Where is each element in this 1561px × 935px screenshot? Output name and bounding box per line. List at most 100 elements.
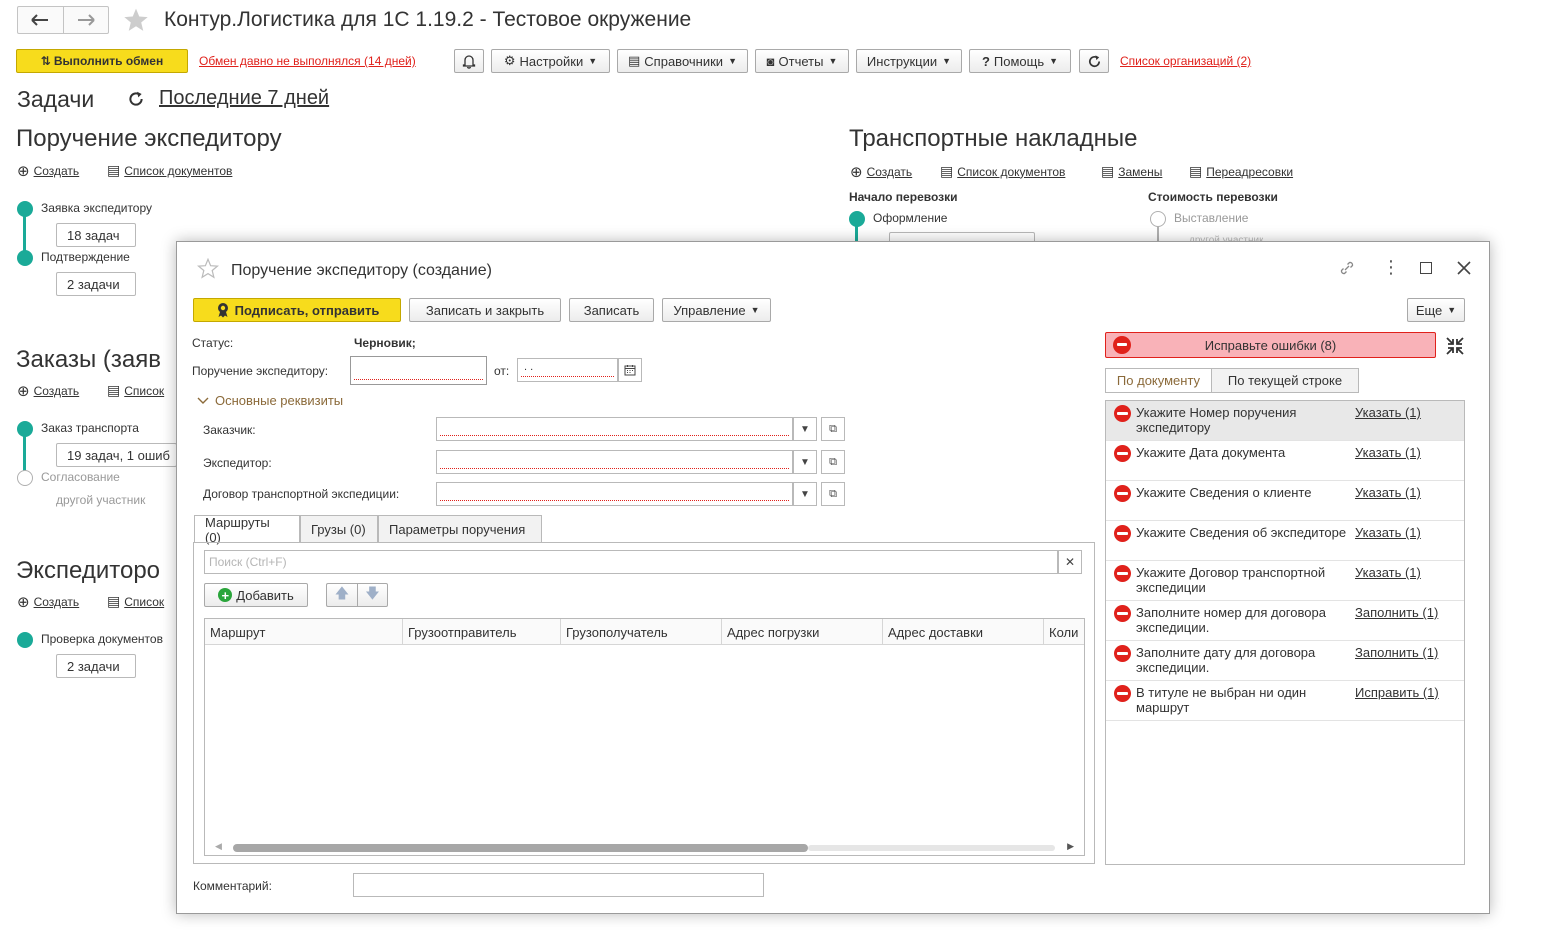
customer-input[interactable] xyxy=(436,417,793,441)
contract-dropdown-button[interactable]: ▼ xyxy=(793,482,817,506)
settings-menu-button[interactable]: ⚙ Настройки ▼ xyxy=(491,49,610,73)
period-link[interactable]: Последние 7 дней xyxy=(159,87,329,110)
favorite-star-icon[interactable] xyxy=(122,7,150,33)
expeditor-doc-list[interactable]: ▤ Список xyxy=(107,593,164,610)
error-row[interactable]: Укажите Номер поручения экспедитору Указ… xyxy=(1106,401,1464,441)
order-number-input[interactable] xyxy=(350,356,487,385)
close-icon[interactable] xyxy=(1457,261,1471,275)
maximize-icon[interactable] xyxy=(1420,262,1432,274)
waybills-doc-list[interactable]: ▤ Список документов xyxy=(940,163,1065,180)
move-down-button[interactable]: 🡇 xyxy=(357,583,388,607)
task-count-button[interactable]: 2 задачи xyxy=(56,272,136,296)
org-list-link[interactable]: Список организаций (2) xyxy=(1120,54,1251,68)
error-action-link[interactable]: Указать (1) xyxy=(1355,405,1421,420)
step-dot xyxy=(17,421,33,437)
forwarder-order-create[interactable]: ⊕ Создать xyxy=(17,162,79,180)
forwarder-order-doc-list[interactable]: ▤ Список документов xyxy=(107,162,232,179)
scrollbar-thumb[interactable] xyxy=(233,844,808,852)
orders-doc-list[interactable]: ▤ Список xyxy=(107,382,164,399)
error-row[interactable]: В титуле не выбран ни один маршрут Испра… xyxy=(1106,681,1464,721)
calendar-button[interactable] xyxy=(618,358,642,382)
expeditor-create[interactable]: ⊕ Создать xyxy=(17,593,79,611)
error-action-link[interactable]: Указать (1) xyxy=(1355,485,1421,500)
waybills-create[interactable]: ⊕ Создать xyxy=(850,163,912,181)
column-header[interactable]: Адрес погрузки xyxy=(722,619,883,645)
document-list-icon: ▤ xyxy=(1189,163,1203,179)
error-action-link[interactable]: Указать (1) xyxy=(1355,525,1421,540)
move-up-button[interactable]: 🡅 xyxy=(326,583,357,607)
reports-menu-button[interactable]: ◙ Отчеты ▼ xyxy=(755,49,849,73)
column-header[interactable]: Коли xyxy=(1044,619,1084,645)
tab-cargo[interactable]: Грузы (0) xyxy=(300,515,378,542)
more-vert-icon[interactable]: ⋮ xyxy=(1382,258,1400,276)
document-list-icon: ▤ xyxy=(107,382,121,398)
customer-dropdown-button[interactable]: ▼ xyxy=(793,417,817,441)
contract-label: Договор транспортной экспедиции: xyxy=(203,487,400,501)
error-row[interactable]: Укажите Сведения о клиенте Указать (1) xyxy=(1106,481,1464,521)
forwarder-input[interactable] xyxy=(436,450,793,474)
step-sublabel: другой участник xyxy=(1189,235,1264,241)
forward-button[interactable] xyxy=(64,7,109,33)
collapse-icon[interactable] xyxy=(1445,336,1465,356)
favorite-star-icon[interactable] xyxy=(197,258,219,279)
search-clear-button[interactable]: ✕ xyxy=(1058,550,1082,574)
error-action-link[interactable]: Заполнить (1) xyxy=(1355,605,1438,620)
tab-routes[interactable]: Маршруты (0) xyxy=(194,515,300,545)
execute-exchange-button[interactable]: ⇅ Выполнить обмен xyxy=(16,49,188,73)
filter-by-document[interactable]: По документу xyxy=(1105,368,1212,393)
notifications-button[interactable] xyxy=(454,49,484,73)
search-input[interactable]: Поиск (Ctrl+F) xyxy=(204,550,1058,574)
refresh-icon[interactable] xyxy=(127,90,145,108)
column-header[interactable]: Адрес доставки xyxy=(883,619,1044,645)
waybills-replacements[interactable]: ▤ Замены xyxy=(1101,163,1162,180)
error-row[interactable]: Укажите Договор транспортной экспедиции … xyxy=(1106,561,1464,601)
error-row[interactable]: Укажите Сведения об экспедиторе Указать … xyxy=(1106,521,1464,561)
more-menu-button[interactable]: Еще ▼ xyxy=(1407,298,1465,322)
fix-errors-button[interactable]: Исправьте ошибки (8) xyxy=(1105,332,1436,358)
arrow-up-icon: 🡅 xyxy=(334,585,350,601)
references-menu-button[interactable]: ▤ Справочники ▼ xyxy=(617,49,748,73)
filter-by-current-row[interactable]: По текущей строке xyxy=(1211,368,1359,393)
task-count-button[interactable]: 2 задачи xyxy=(56,654,136,678)
horizontal-scrollbar[interactable]: ◀ ▶ xyxy=(205,839,1084,855)
routes-table: Маршрут Грузоотправитель Грузополучатель… xyxy=(204,618,1085,856)
comment-input[interactable] xyxy=(353,873,764,897)
refresh-button[interactable] xyxy=(1079,49,1109,73)
column-header[interactable]: Маршрут xyxy=(205,619,403,645)
error-action-link[interactable]: Исправить (1) xyxy=(1355,685,1439,700)
manage-menu-button[interactable]: Управление ▼ xyxy=(662,298,771,322)
error-row[interactable]: Укажите Дата документа Указать (1) xyxy=(1106,441,1464,481)
forwarder-dropdown-button[interactable]: ▼ xyxy=(793,450,817,474)
task-count-button[interactable]: 18 задач xyxy=(56,223,136,247)
contract-open-button[interactable]: ⧉ xyxy=(821,482,845,506)
book-icon: ▤ xyxy=(628,53,641,68)
help-menu-button[interactable]: ? Помощь ▼ xyxy=(969,49,1071,73)
contract-input[interactable] xyxy=(436,482,793,506)
forwarder-open-button[interactable]: ⧉ xyxy=(821,450,845,474)
save-button[interactable]: Записать xyxy=(569,298,654,322)
customer-open-button[interactable]: ⧉ xyxy=(821,417,845,441)
tab-order-params[interactable]: Параметры поручения xyxy=(378,515,542,542)
error-action-link[interactable]: Указать (1) xyxy=(1355,445,1421,460)
error-row[interactable]: Заполните номер для договора экспедиции.… xyxy=(1106,601,1464,641)
sign-send-button[interactable]: Подписать, отправить xyxy=(193,298,401,322)
instructions-menu-button[interactable]: Инструкции ▼ xyxy=(856,49,962,73)
task-count-button[interactable]: 19 задач, 1 ошиб xyxy=(56,443,177,467)
error-row[interactable]: Заполните дату для договора экспедиции. … xyxy=(1106,641,1464,681)
error-action-link[interactable]: Заполнить (1) xyxy=(1355,645,1438,660)
back-button[interactable] xyxy=(18,7,64,33)
save-close-button[interactable]: Записать и закрыть xyxy=(409,298,561,322)
add-route-button[interactable]: + Добавить xyxy=(204,583,308,607)
date-input[interactable]: . . xyxy=(517,358,618,382)
orders-create[interactable]: ⊕ Создать xyxy=(17,382,79,400)
chevron-down-icon: ▼ xyxy=(588,56,598,66)
main-props-toggle[interactable]: Основные реквизиты xyxy=(197,393,343,408)
link-icon[interactable] xyxy=(1337,258,1357,278)
column-header[interactable]: Грузоотправитель xyxy=(403,619,561,645)
error-action-link[interactable]: Указать (1) xyxy=(1355,565,1421,580)
error-text: Укажите Номер поручения экспедитору xyxy=(1136,405,1297,435)
exchange-warning-link[interactable]: Обмен давно не выполнялся (14 дней) xyxy=(199,54,416,68)
column-header[interactable]: Грузополучатель xyxy=(561,619,722,645)
waybills-redirects[interactable]: ▤ Переадресовки xyxy=(1189,163,1293,180)
error-icon xyxy=(1114,645,1131,662)
